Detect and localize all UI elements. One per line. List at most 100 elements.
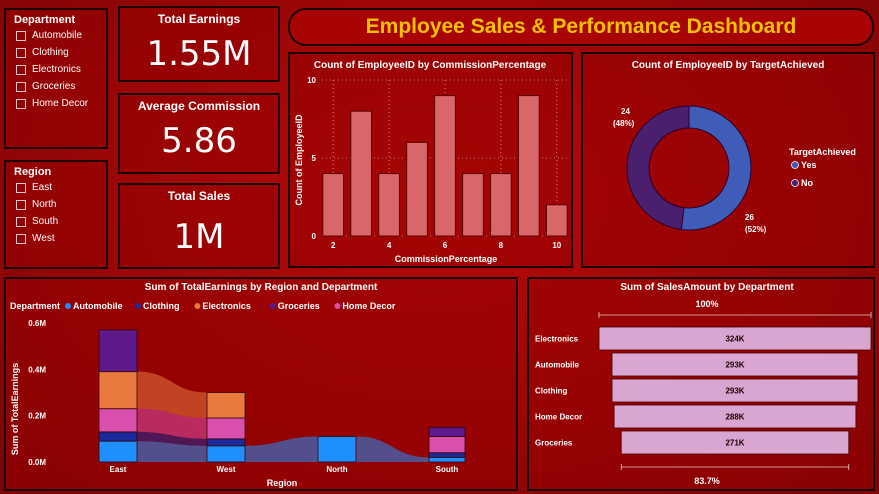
x-tick-label: 8 xyxy=(499,241,504,250)
legend-yes-marker xyxy=(791,161,799,169)
region-item-east[interactable]: East xyxy=(16,182,106,193)
region-item-label: North xyxy=(32,199,57,210)
chart-title: Count of EmployeeID by CommissionPercent… xyxy=(314,60,547,71)
region-item-west[interactable]: West xyxy=(16,233,106,244)
bar xyxy=(545,204,568,237)
legend-marker xyxy=(269,303,276,309)
legend-marker xyxy=(135,303,141,309)
department-item-label: Groceries xyxy=(32,81,76,92)
x-tick-label: West xyxy=(217,465,236,474)
legend-yes: Yes xyxy=(801,160,817,170)
donut-label-value: 24 xyxy=(621,107,630,116)
funnel-bar-label: 271K xyxy=(725,439,744,448)
kpi-title: Average Commission xyxy=(137,99,261,113)
department-item-label: Electronics xyxy=(32,64,81,75)
stack-segment xyxy=(428,436,466,454)
kpi-average-commission: Average Commission 5.86 xyxy=(118,93,280,174)
y-tick-label: 0.6M xyxy=(28,319,46,328)
commission-chart-panel: Count of EmployeeID by CommissionPercent… xyxy=(288,52,573,268)
x-axis-label: Region xyxy=(267,478,298,488)
region-slicer-title: Region xyxy=(14,166,52,178)
checkbox-icon[interactable] xyxy=(16,98,26,109)
funnel-bar-label: 324K xyxy=(725,335,744,344)
x-tick-label: North xyxy=(326,465,347,474)
ribbon xyxy=(245,436,318,462)
commission-chart: Count of EmployeeID by CommissionPercent… xyxy=(294,60,568,264)
department-item-groceries[interactable]: Groceries xyxy=(16,81,106,92)
y-tick-label: 0.2M xyxy=(28,412,46,421)
bar xyxy=(518,95,540,237)
bar xyxy=(406,141,428,237)
stack-segment xyxy=(206,438,246,447)
y-tick-label: 5 xyxy=(312,154,317,163)
kpi-value: 1.55M xyxy=(146,34,252,74)
stack-segment xyxy=(206,417,246,440)
department-item-home-decor[interactable]: Home Decor xyxy=(16,98,106,109)
region-item-south[interactable]: South xyxy=(16,216,106,227)
stack-segment xyxy=(206,392,246,419)
checkbox-icon[interactable] xyxy=(16,233,26,244)
bar xyxy=(434,95,456,237)
x-tick-label: 4 xyxy=(387,241,392,250)
checkbox-icon[interactable] xyxy=(16,199,26,210)
dashboard-header: Employee Sales & Performance Dashboard xyxy=(288,8,874,46)
y-axis-label: Count of EmployeeID xyxy=(294,114,304,206)
chart-title: Sum of SalesAmount by Department xyxy=(620,282,794,293)
region-item-label: East xyxy=(32,182,53,193)
dashboard-title: Employee Sales & Performance Dashboard xyxy=(365,15,797,38)
stack-segment xyxy=(428,452,466,458)
region-item-north[interactable]: North xyxy=(16,199,106,210)
checkbox-icon[interactable] xyxy=(16,182,26,193)
legend-marker xyxy=(65,303,71,309)
funnel-category-label: Automobile xyxy=(535,361,580,370)
kpi-total-earnings: Total Earnings 1.55M xyxy=(118,6,280,82)
donut-slice-no xyxy=(626,105,690,231)
checkbox-icon[interactable] xyxy=(16,64,26,75)
stack-segment xyxy=(428,456,466,463)
department-slicer-title: Department xyxy=(14,14,76,26)
department-item-automobile[interactable]: Automobile xyxy=(16,30,106,41)
earnings-ribbon-panel: Sum of TotalEarnings by Region and Depar… xyxy=(4,277,518,491)
legend-item: Automobile xyxy=(73,301,123,311)
funnel-category-label: Home Decor xyxy=(535,413,582,422)
legend-item: Electronics xyxy=(202,301,251,311)
legend-item: Groceries xyxy=(278,301,320,311)
department-slicer: Department Automobile Clothing Electronics… xyxy=(4,8,108,149)
y-axis-label: Sum of TotalEarnings xyxy=(10,363,20,455)
stack-segment xyxy=(98,431,138,442)
x-axis-label: CommissionPercentage xyxy=(395,254,498,264)
funnel-bar-label: 288K xyxy=(725,413,744,422)
department-item-clothing[interactable]: Clothing xyxy=(16,47,106,58)
kpi-title: Total Earnings xyxy=(157,12,241,26)
funnel-category-label: Electronics xyxy=(535,335,579,344)
y-tick-label: 0.4M xyxy=(28,365,46,374)
bar xyxy=(350,110,372,237)
checkbox-icon[interactable] xyxy=(16,216,26,227)
stack-segment xyxy=(98,371,138,410)
x-tick-label: East xyxy=(110,465,127,474)
kpi-value: 5.86 xyxy=(161,121,237,161)
bar xyxy=(322,173,345,237)
stack-segment xyxy=(98,440,138,463)
legend-no: No xyxy=(801,178,813,188)
legend-marker xyxy=(194,303,201,309)
chart-title: Sum of TotalEarnings by Region and Depar… xyxy=(145,282,378,293)
checkbox-icon[interactable] xyxy=(16,81,26,92)
ribbon xyxy=(356,436,429,462)
donut-label-value: 26 xyxy=(745,213,754,222)
y-tick-label: 0 xyxy=(312,232,317,241)
stack-segment xyxy=(317,436,357,463)
checkbox-icon[interactable] xyxy=(16,30,26,41)
x-tick-label: 2 xyxy=(331,241,336,250)
x-tick-label: 10 xyxy=(552,241,561,250)
region-item-label: West xyxy=(32,233,55,244)
funnel-bar-label: 293K xyxy=(725,387,744,396)
department-item-electronics[interactable]: Electronics xyxy=(16,64,106,75)
region-slicer: Region East North South West xyxy=(4,160,108,269)
stack-segment xyxy=(98,408,138,433)
checkbox-icon[interactable] xyxy=(16,47,26,58)
funnel-category-label: Clothing xyxy=(535,387,568,396)
department-item-label: Clothing xyxy=(32,47,69,58)
region-item-label: South xyxy=(32,216,59,227)
funnel-bottom-label: 83.7% xyxy=(694,476,720,486)
